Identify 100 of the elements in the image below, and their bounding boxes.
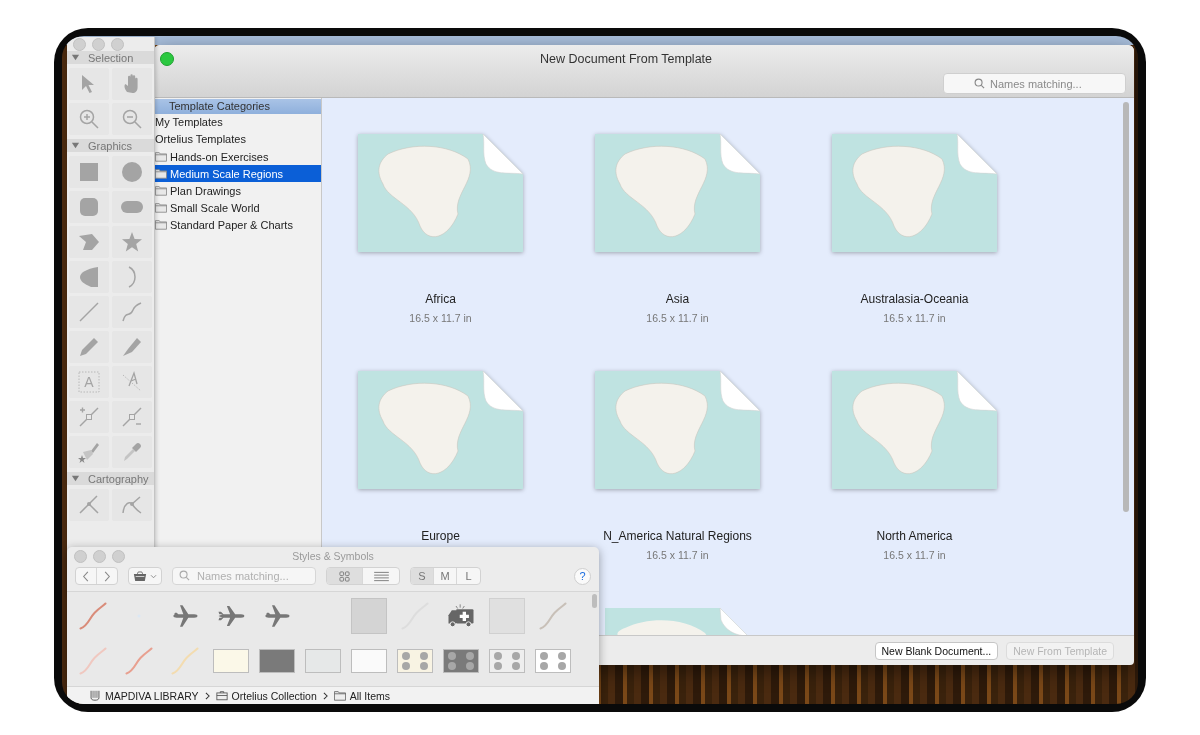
tool-button[interactable] (69, 401, 109, 433)
fill-swatch[interactable] (304, 649, 341, 673)
tool-button[interactable] (112, 489, 152, 521)
tool-button[interactable] (69, 68, 109, 100)
template-size: 16.5 x 11.7 in (409, 312, 472, 324)
fill-swatch[interactable] (212, 649, 249, 673)
square-icon (77, 160, 101, 184)
section-title: Graphics (88, 139, 133, 152)
pencil-icon (77, 335, 101, 359)
scrollbar[interactable] (592, 594, 597, 608)
zoom-window-button[interactable] (111, 38, 124, 51)
circle-icon (120, 160, 144, 184)
tool-button[interactable] (112, 156, 152, 188)
line-style-swatch[interactable] (77, 601, 108, 631)
folder-icon (333, 690, 346, 701)
tool-button[interactable] (69, 156, 109, 188)
map-thumbnail[interactable] (358, 134, 523, 252)
sidebar-item[interactable]: My Templates (154, 114, 321, 131)
folder-label: Medium Scale Regions (170, 167, 284, 180)
tool-button[interactable] (69, 296, 109, 328)
sidebar-header: Template Categories (154, 99, 321, 114)
line-style-swatch[interactable] (537, 601, 568, 631)
template-size: 16.5 x 11.7 in (883, 312, 946, 324)
sidebar-folder-item[interactable]: Hands-on Exercises (154, 148, 321, 165)
tool-button[interactable] (112, 296, 152, 328)
size-button[interactable]: L (457, 568, 480, 584)
tool-button[interactable] (112, 68, 152, 100)
texture-swatch[interactable] (488, 598, 525, 634)
text-box-icon (77, 370, 101, 394)
dot-pattern-swatch[interactable] (488, 649, 525, 673)
search-field[interactable]: Names matching... (172, 567, 316, 585)
map-thumbnail[interactable] (358, 371, 523, 489)
star-icon (120, 230, 144, 254)
tool-button[interactable] (112, 331, 152, 363)
line-style-swatch[interactable] (77, 646, 108, 676)
marker-icon (120, 335, 144, 359)
tool-button[interactable] (112, 436, 152, 468)
sidebar-folder-item[interactable]: Standard Paper & Charts (154, 216, 321, 233)
close-window-button[interactable] (73, 38, 86, 51)
breadcrumb-item[interactable]: MAPDIVA LIBRARY (89, 689, 199, 702)
briefcase-icon (215, 690, 228, 701)
dot-pattern-swatch[interactable] (396, 649, 433, 673)
tool-button[interactable] (112, 401, 152, 433)
tool-button[interactable] (69, 331, 109, 363)
tool-button[interactable] (69, 226, 109, 258)
map-thumbnail[interactable] (595, 134, 760, 252)
map-thumbnail[interactable] (832, 371, 997, 489)
tool-button[interactable] (112, 366, 152, 398)
library-menu-button[interactable] (128, 567, 162, 585)
fill-swatch[interactable] (350, 649, 387, 673)
tool-button[interactable] (112, 261, 152, 293)
collapse-triangle-icon[interactable] (71, 474, 80, 483)
template-name: Asia (665, 292, 690, 306)
dot-pattern-swatch[interactable] (534, 649, 571, 673)
template-name: Europe (421, 529, 460, 543)
template-name: North America (876, 529, 953, 543)
sidebar-folder-item[interactable]: Medium Scale Regions (154, 165, 321, 182)
tool-button[interactable] (69, 191, 109, 223)
grid-view-button[interactable] (327, 568, 363, 584)
scrollbar[interactable] (1123, 102, 1129, 512)
tool-button[interactable] (112, 191, 152, 223)
sidebar-folder-item[interactable]: Small Scale World (154, 199, 321, 216)
search-field[interactable]: Names matching... (943, 73, 1126, 94)
tool-button[interactable] (69, 489, 109, 521)
breadcrumb-item[interactable]: Ortelius Collection (215, 689, 317, 702)
collapse-triangle-icon[interactable] (71, 53, 80, 62)
zoom-window-button[interactable] (160, 52, 174, 66)
close-window-button[interactable] (74, 549, 87, 563)
folder-label: Hands-on Exercises (170, 150, 269, 163)
map-thumbnail[interactable] (832, 134, 997, 252)
collapse-triangle-icon[interactable] (71, 141, 80, 150)
list-icon (373, 570, 389, 582)
tool-button[interactable] (112, 103, 152, 135)
size-button[interactable]: S (411, 568, 434, 584)
template-name: N_America Natural Regions (603, 529, 752, 543)
rounded-square-icon (77, 195, 101, 219)
fill-swatch[interactable] (350, 598, 387, 634)
minimize-window-button[interactable] (92, 38, 105, 51)
tool-button[interactable] (69, 261, 109, 293)
window-title: New Document From Template (538, 52, 714, 66)
chevron-icon (204, 691, 210, 700)
minimize-window-button[interactable] (93, 549, 106, 563)
add-point-icon (77, 405, 101, 429)
map-thumbnail[interactable] (595, 371, 760, 489)
sidebar-folder-item[interactable]: Plan Drawings (154, 182, 321, 199)
curve-node-icon (120, 493, 144, 517)
tool-button[interactable] (69, 103, 109, 135)
help-button[interactable]: ? (574, 567, 591, 585)
dialog-button[interactable]: New Blank Document... (874, 641, 999, 660)
fill-swatch[interactable] (258, 649, 295, 673)
breadcrumb-item[interactable]: All Items (333, 689, 391, 702)
template-size: 16.5 x 11.7 in (646, 312, 709, 324)
template-size: 16.5 x 11.7 in (883, 549, 946, 561)
tool-button[interactable] (112, 226, 152, 258)
size-button[interactable]: M (434, 568, 457, 584)
tool-button[interactable] (69, 436, 109, 468)
dot-pattern-swatch[interactable] (442, 649, 479, 673)
zoom-window-button[interactable] (112, 549, 125, 563)
sidebar-item[interactable]: Ortelius Templates (154, 131, 321, 148)
line-style-swatch[interactable] (123, 646, 154, 676)
